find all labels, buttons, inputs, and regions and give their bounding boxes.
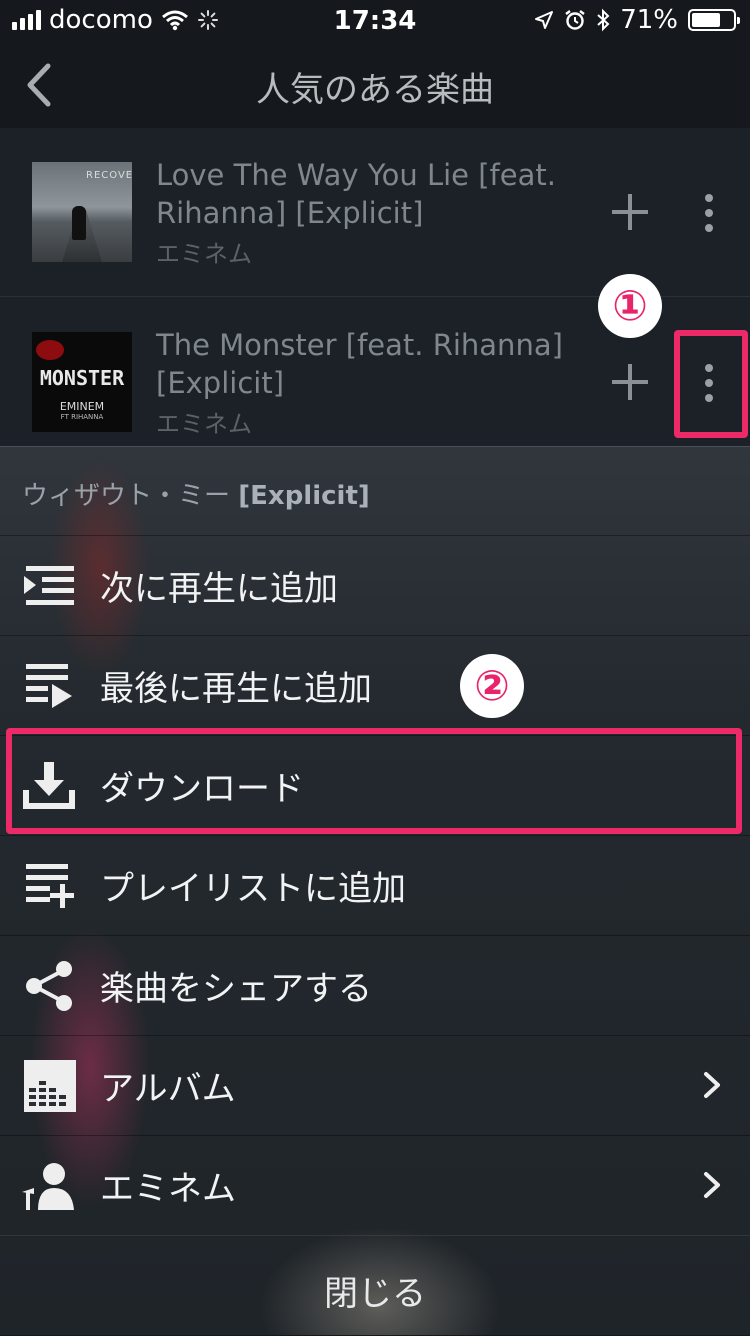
annotation-step-1: ① <box>598 274 662 338</box>
location-arrow-icon <box>535 11 554 29</box>
close-button[interactable]: 閉じる <box>0 1235 750 1336</box>
song-artist: エミネム <box>156 410 252 438</box>
chevron-right-icon <box>704 1172 720 1198</box>
page-title: 人気のある楽曲 <box>256 70 494 110</box>
menu-item-label: プレイリストに追加 <box>100 869 406 909</box>
menu-item-artist[interactable]: エミネム <box>0 1135 750 1236</box>
menu-item-add-to-playlist[interactable]: プレイリストに追加 <box>0 835 750 936</box>
alarm-icon <box>565 10 585 30</box>
annotation-step-2: ② <box>460 654 524 718</box>
menu-item-label: エミネム <box>100 1169 236 1209</box>
album-cover-monster: MONSTER EMINEM FT RIHANNA <box>32 332 132 432</box>
action-sheet: ウィザウト・ミー [Explicit] 次に再生に追加 最後に再生に追加 ダウン… <box>0 446 750 1335</box>
annotation-highlight-more-options <box>674 330 748 438</box>
add-plus-icon[interactable] <box>610 362 650 402</box>
artist-icon <box>22 1163 74 1210</box>
menu-item-label: アルバム <box>100 1069 236 1109</box>
annotation-highlight-download <box>6 728 742 834</box>
sheet-header: ウィザウト・ミー [Explicit] <box>22 475 370 512</box>
share-icon <box>26 961 72 1011</box>
menu-item-play-last[interactable]: 最後に再生に追加 <box>0 635 750 736</box>
navigation-bar: 人気のある楽曲 <box>0 40 750 128</box>
battery-percent: 71% <box>620 5 678 35</box>
status-right: 71% <box>534 5 740 35</box>
play-next-icon <box>24 566 74 605</box>
menu-item-label: 最後に再生に追加 <box>100 669 372 709</box>
battery-icon <box>688 9 740 31</box>
song-artist: エミネム <box>156 240 252 268</box>
album-cover-recovery: RECOVERY <box>32 162 132 262</box>
song-row[interactable]: RECOVERY Love The Way You Lie [feat. Rih… <box>0 128 750 298</box>
add-plus-icon[interactable] <box>610 192 650 232</box>
close-button-label: 閉じる <box>324 1274 426 1314</box>
sheet-song-title: ウィザウト・ミー <box>22 481 231 511</box>
menu-item-label: 次に再生に追加 <box>100 569 338 609</box>
menu-item-play-next[interactable]: 次に再生に追加 <box>0 535 750 636</box>
add-to-playlist-icon <box>26 864 74 908</box>
more-options-icon[interactable] <box>692 188 726 238</box>
chevron-right-icon <box>704 1072 720 1098</box>
album-icon <box>24 1060 76 1112</box>
song-title: Love The Way You Lie [feat. Rihanna] [Ex… <box>156 158 556 230</box>
bluetooth-icon <box>597 8 610 32</box>
song-title: The Monster [feat. Rihanna] [Explicit] <box>156 328 563 400</box>
sheet-explicit-tag: [Explicit] <box>238 481 370 511</box>
play-last-icon <box>26 664 72 708</box>
menu-item-label: 楽曲をシェアする <box>100 969 372 1009</box>
status-bar: docomo 17:34 71% <box>0 0 750 40</box>
menu-item-share[interactable]: 楽曲をシェアする <box>0 935 750 1036</box>
menu-item-album[interactable]: アルバム <box>0 1035 750 1136</box>
